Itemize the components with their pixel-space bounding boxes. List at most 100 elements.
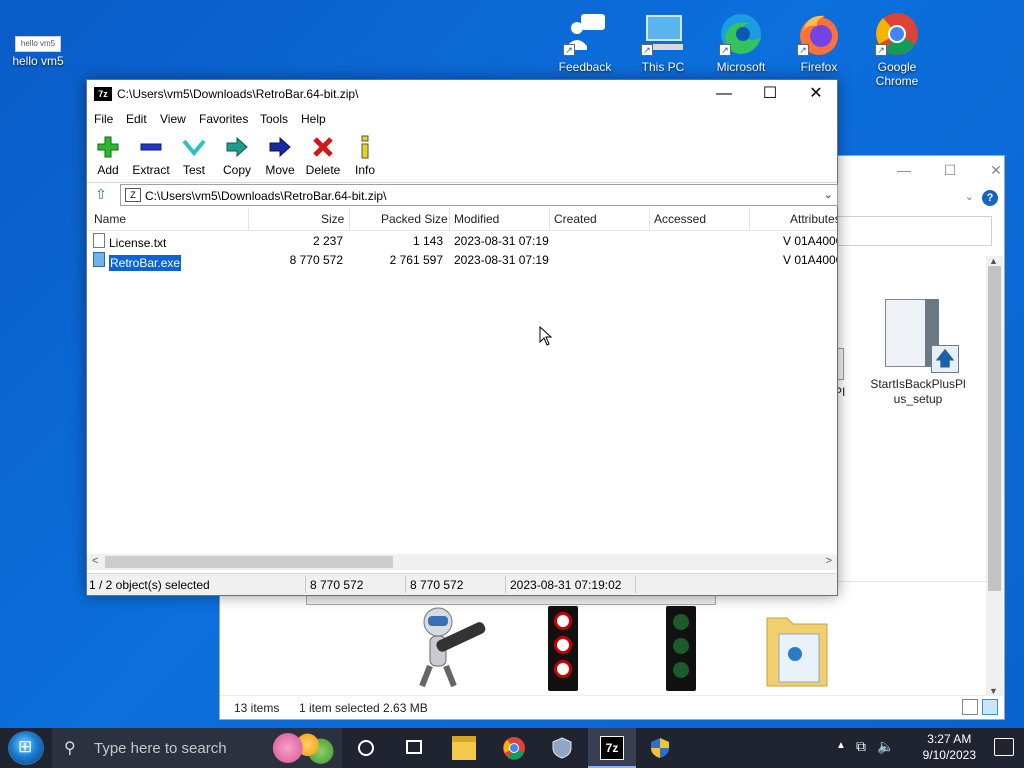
folder-icon[interactable] bbox=[765, 608, 829, 688]
menu-tools[interactable]: Tools bbox=[260, 112, 288, 126]
7zip-status-bar: 1 / 2 object(s) selected 8 770 572 8 770… bbox=[87, 573, 837, 595]
7zip-titlebar: 7z C:\Users\vm5\Downloads\RetroBar.64-bi… bbox=[87, 80, 837, 109]
7zip-taskbar-button[interactable]: 7z bbox=[588, 728, 636, 768]
desktop-icon-microsoft-edge[interactable]: ↗ Microsoft Edge bbox=[703, 10, 779, 74]
text-file-icon: hello vm5 bbox=[15, 36, 61, 52]
scroll-up-icon[interactable]: ▲ bbox=[989, 256, 998, 266]
search-placeholder: Type here to search bbox=[94, 740, 227, 757]
info-icon bbox=[353, 135, 377, 159]
row-name: RetroBar.exe bbox=[93, 252, 183, 272]
menu-favorites[interactable]: Favorites bbox=[199, 112, 248, 126]
chevron-down-icon[interactable]: ⌄ bbox=[965, 190, 974, 203]
desktop-icon-google-chrome[interactable]: ↗ Google Chrome bbox=[859, 10, 935, 88]
chrome-taskbar-icon[interactable] bbox=[490, 728, 538, 768]
test-label: Test bbox=[182, 163, 205, 177]
row-attributes: V 01A4000 bbox=[783, 253, 837, 267]
scroll-left-icon[interactable]: < bbox=[92, 555, 98, 567]
text-file-icon bbox=[93, 233, 105, 249]
info-button[interactable]: Info bbox=[340, 135, 390, 177]
menu-help[interactable]: Help bbox=[301, 112, 326, 126]
row-attributes: V 01A4000 bbox=[783, 234, 837, 248]
close-icon[interactable]: ✕ bbox=[981, 162, 1011, 182]
installer-icon: 🡅 bbox=[885, 299, 959, 373]
uac-shield-taskbar-icon[interactable] bbox=[636, 728, 684, 768]
scrollbar-thumb[interactable] bbox=[988, 266, 1001, 591]
chevron-down-icon[interactable]: ⌄ bbox=[824, 188, 833, 201]
file-item-startisback[interactable]: 🡅 StartIsBackPlusPlus_setup bbox=[868, 299, 968, 407]
maximize-button[interactable]: ☐ bbox=[747, 80, 793, 109]
desktop-icon-label: This PC bbox=[641, 60, 685, 74]
explorer-vertical-scrollbar[interactable]: ▲ ▼ bbox=[986, 256, 1003, 696]
minus-icon bbox=[139, 135, 163, 159]
file-list[interactable]: Name Size Packed Size Modified Created A… bbox=[87, 207, 837, 555]
volume-muted-icon[interactable]: 🔈 bbox=[877, 738, 894, 755]
copy-arrow-icon bbox=[225, 135, 249, 159]
start-button[interactable] bbox=[8, 731, 44, 765]
row-size: 8 770 572 bbox=[289, 253, 343, 267]
notification-icon[interactable] bbox=[994, 738, 1014, 756]
selected-size: 8 770 572 bbox=[310, 578, 364, 592]
address-bar: ⇧ Z C:\Users\vm5\Downloads\RetroBar.64-b… bbox=[87, 182, 838, 206]
col-size[interactable]: Size bbox=[321, 212, 344, 230]
horizontal-scrollbar[interactable]: < > bbox=[87, 554, 837, 570]
taskbar-search-box[interactable]: ⚲ Type here to search bbox=[52, 728, 342, 768]
selection-count: 1 / 2 object(s) selected bbox=[89, 578, 210, 592]
move-arrow-icon bbox=[268, 135, 292, 159]
desktop-icon-hello-vm5[interactable]: hello vm5 hello vm5 bbox=[0, 36, 76, 68]
desktop-icon-this-pc[interactable]: ↗ This PC bbox=[625, 10, 701, 74]
row-modified: 2023-08-31 07:19 bbox=[454, 234, 549, 248]
scroll-right-icon[interactable]: > bbox=[826, 555, 832, 567]
background-dialog-edge bbox=[306, 595, 716, 605]
minimize-button[interactable]: — bbox=[701, 80, 747, 109]
col-accessed[interactable]: Accessed bbox=[654, 212, 706, 230]
copy-label: Copy bbox=[222, 163, 251, 177]
task-view-circle-icon[interactable] bbox=[342, 728, 390, 768]
delete-x-icon bbox=[311, 135, 335, 159]
explorer-search-box[interactable] bbox=[836, 216, 992, 246]
robot-launcher-icon[interactable] bbox=[410, 606, 490, 691]
menu-view[interactable]: View bbox=[160, 112, 186, 126]
help-icon[interactable]: ? bbox=[982, 190, 998, 206]
info-label: Info bbox=[354, 163, 375, 177]
col-packed-size[interactable]: Packed Size bbox=[381, 212, 448, 230]
desktop-icon-firefox[interactable]: ↗ Firefox bbox=[781, 10, 857, 74]
scrollbar-thumb[interactable] bbox=[105, 556, 393, 568]
show-hidden-icons-icon[interactable]: ▲ bbox=[836, 740, 846, 751]
network-icon[interactable]: ⧉ bbox=[856, 738, 866, 755]
zip-archive-icon: Z bbox=[125, 188, 141, 202]
col-name[interactable]: Name bbox=[94, 212, 126, 230]
large-icons-view-icon[interactable] bbox=[982, 699, 998, 715]
view-toggle[interactable] bbox=[958, 699, 998, 718]
col-attributes[interactable]: Attributes bbox=[790, 212, 837, 230]
table-row[interactable]: RetroBar.exe 8 770 572 2 761 597 2023-08… bbox=[87, 251, 837, 272]
menu-file[interactable]: File bbox=[94, 112, 113, 126]
menu-edit[interactable]: Edit bbox=[126, 112, 147, 126]
computer-icon: ↗ bbox=[639, 10, 687, 58]
maximize-icon[interactable]: ☐ bbox=[935, 162, 965, 182]
item-count: 13 items bbox=[234, 701, 280, 715]
task-view-icon[interactable] bbox=[390, 728, 438, 768]
system-clock[interactable]: 3:27 AM 9/10/2023 bbox=[923, 731, 976, 763]
menu-bar: File Edit View Favorites Tools Help bbox=[87, 109, 837, 129]
col-modified[interactable]: Modified bbox=[454, 212, 499, 230]
extract-label: Extract bbox=[132, 163, 170, 177]
details-view-icon[interactable] bbox=[962, 699, 978, 715]
col-created[interactable]: Created bbox=[554, 212, 597, 230]
row-packed: 2 761 597 bbox=[389, 253, 443, 267]
traffic-light-red-icon[interactable] bbox=[548, 606, 578, 691]
up-folder-icon[interactable]: ⇧ bbox=[93, 186, 109, 202]
file-explorer-taskbar-icon[interactable] bbox=[440, 728, 488, 768]
move-label: Move bbox=[265, 163, 295, 177]
close-button[interactable]: ✕ bbox=[793, 80, 839, 109]
desktop-icon-feedback-hub[interactable]: ↗ Feedback Hub bbox=[547, 10, 623, 74]
security-shield-taskbar-icon[interactable] bbox=[538, 728, 586, 768]
feedback-hub-icon: ↗ bbox=[561, 10, 609, 58]
clock-date: 9/10/2023 bbox=[922, 748, 976, 762]
checkmark-icon bbox=[182, 135, 206, 159]
table-row[interactable]: License.txt 2 237 1 143 2023-08-31 07:19… bbox=[87, 232, 837, 251]
row-size: 2 237 bbox=[312, 234, 343, 248]
traffic-light-green-icon[interactable] bbox=[666, 606, 696, 691]
7zip-file-manager-window[interactable]: 7z C:\Users\vm5\Downloads\RetroBar.64-bi… bbox=[86, 79, 838, 596]
minimize-icon[interactable]: — bbox=[889, 162, 919, 182]
address-input[interactable]: Z C:\Users\vm5\Downloads\RetroBar.64-bit… bbox=[120, 184, 838, 206]
